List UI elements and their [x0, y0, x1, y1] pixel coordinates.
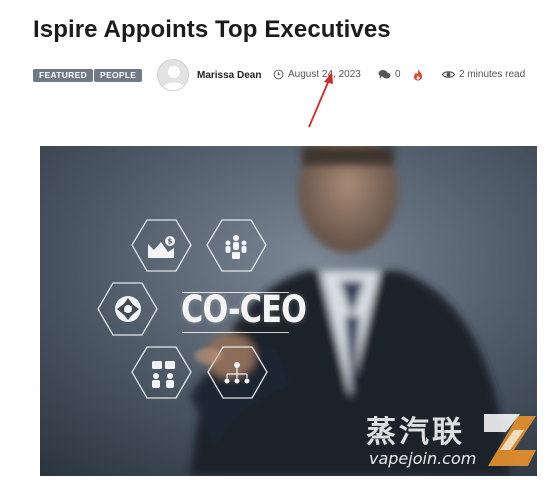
- comments-count-text: 0: [395, 69, 401, 80]
- eye-icon: [442, 71, 455, 78]
- watermark-logo-text: 蒸汽联: [366, 415, 465, 450]
- read-time-text: 2 minutes read: [459, 69, 526, 80]
- author-avatar[interactable]: [157, 59, 189, 91]
- tag-people[interactable]: PEOPLE: [94, 69, 143, 82]
- post-date: August 24, 2023: [273, 69, 361, 80]
- flame-icon: [413, 69, 423, 81]
- hero-headline: CO-CEO: [181, 288, 307, 331]
- article-meta: FEATURED PEOPLE Marissa Dean August 24, …: [0, 58, 554, 94]
- watermark-url: vapejoin.com: [369, 449, 477, 468]
- tag-featured[interactable]: FEATURED: [33, 69, 94, 82]
- watermark-logo-icon: [484, 414, 536, 466]
- clock-icon: [273, 69, 284, 80]
- svg-text:$: $: [168, 238, 173, 246]
- hero-image: $ CO-CEO 蒸汽联 vapejoin.com: [40, 146, 537, 476]
- article-title: Ispire Appoints Top Executives: [33, 16, 391, 43]
- comments-icon: [378, 70, 391, 79]
- comments-count[interactable]: 0: [378, 69, 401, 80]
- post-date-text: August 24, 2023: [288, 69, 361, 80]
- trending-indicator: [413, 69, 423, 81]
- headline-rule-bottom: [182, 332, 289, 333]
- author-name[interactable]: Marissa Dean: [197, 70, 261, 81]
- read-time: 2 minutes read: [442, 69, 525, 80]
